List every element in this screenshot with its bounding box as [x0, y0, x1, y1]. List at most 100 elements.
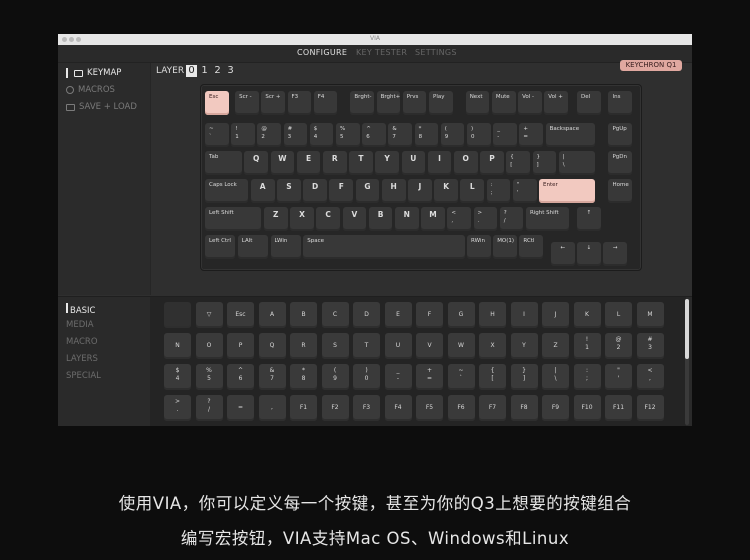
keycode-tile[interactable]: T	[353, 333, 380, 359]
keycode-tile[interactable]: > .	[164, 395, 191, 421]
number-row-key[interactable]: ) 0	[467, 123, 491, 148]
keycode-tile[interactable]: } ]	[510, 364, 538, 390]
modifier-row-key[interactable]: ←	[550, 242, 575, 267]
fn-row-key[interactable]: F4	[313, 91, 338, 115]
keycode-tile[interactable]: E	[384, 302, 412, 328]
top-row-key[interactable]: Q	[244, 151, 268, 176]
fn-row-key[interactable]: F3	[287, 91, 312, 115]
home-row-key[interactable]: Caps Lock	[205, 179, 249, 204]
bottom-row-key[interactable]: Left Shift	[205, 207, 262, 232]
category-special[interactable]: SPECIAL	[66, 371, 101, 381]
keycode-tile[interactable]: ▽	[195, 302, 223, 328]
top-row-key[interactable]: R	[322, 151, 347, 176]
keycode-tile[interactable]: F9	[542, 395, 569, 421]
keycode-tile[interactable]: F6	[447, 395, 475, 421]
bottom-row-key[interactable]: V	[342, 207, 367, 232]
fn-row-key[interactable]: Mute	[491, 91, 516, 115]
keycode-tile[interactable]: { [	[479, 364, 506, 390]
keycode-tile[interactable]: R	[290, 333, 317, 359]
keycode-tile[interactable]: M	[636, 302, 664, 328]
tab-key-tester[interactable]: KEY TESTER	[356, 48, 407, 57]
bottom-row-key[interactable]: Z	[263, 207, 288, 232]
category-media[interactable]: MEDIA	[66, 320, 94, 330]
bottom-row-key[interactable]: > .	[473, 207, 498, 232]
keycode-tile[interactable]: I	[510, 302, 538, 328]
fn-row-key[interactable]: Esc	[205, 91, 229, 115]
number-row-key[interactable]: ! 1	[231, 123, 255, 148]
category-macro[interactable]: MACRO	[66, 337, 98, 347]
home-row-key[interactable]: D	[303, 179, 327, 204]
keycode-tile[interactable]: F7	[479, 395, 506, 421]
keycode-tile[interactable]: ^ 6	[227, 364, 254, 390]
keycode-tile[interactable]: @ 2	[605, 333, 632, 359]
top-row-key[interactable]: Y	[375, 151, 399, 176]
bottom-row-key[interactable]: < ,	[447, 207, 472, 232]
bottom-row-key[interactable]: M	[421, 207, 445, 232]
keycode-tile[interactable]: F2	[321, 395, 349, 421]
bottom-row-key[interactable]: B	[368, 207, 393, 232]
keycode-tile[interactable]: # 3	[636, 333, 664, 359]
modifier-row-key[interactable]: ↓	[577, 242, 601, 267]
category-layers[interactable]: LAYERS	[66, 354, 98, 364]
bottom-row-key[interactable]: C	[316, 207, 341, 232]
keycode-tile[interactable]: K	[573, 302, 601, 328]
bottom-row-key[interactable]: ↑	[577, 207, 601, 232]
modifier-row-key[interactable]: Left Ctrl	[205, 235, 236, 260]
top-row-key[interactable]: | \	[558, 151, 596, 176]
keycode-tile[interactable]: Z	[542, 333, 569, 359]
keycode-tile[interactable]: N	[164, 333, 191, 359]
bottom-row-key[interactable]: N	[394, 207, 419, 232]
keycode-tile[interactable]: & 7	[258, 364, 286, 390]
top-row-key[interactable]: E	[296, 151, 321, 176]
home-row-key[interactable]: " '	[512, 179, 537, 204]
keycode-tile[interactable]: =	[227, 395, 254, 421]
keycode-tile[interactable]: A	[258, 302, 286, 328]
keycode-tile[interactable]: " '	[605, 364, 632, 390]
scrollbar-thumb[interactable]	[685, 299, 689, 359]
home-row-key[interactable]: J	[408, 179, 432, 204]
top-row-key[interactable]: W	[270, 151, 295, 176]
sidebar-item-keymap[interactable]: KEYMAP	[66, 68, 121, 78]
top-row-key[interactable]: Tab	[205, 151, 242, 176]
keycode-tile[interactable]: F1	[290, 395, 317, 421]
keycode-tile[interactable]: : ;	[573, 364, 601, 390]
home-row-key[interactable]: Home	[608, 179, 633, 204]
fn-row-key[interactable]: Scr -	[235, 91, 259, 115]
keycode-tile[interactable]: _ -	[384, 364, 412, 390]
fn-row-key[interactable]: Scr +	[261, 91, 286, 115]
fn-row-key[interactable]: Vol -	[518, 91, 542, 115]
modifier-row-key[interactable]: MO(1)	[493, 235, 517, 260]
keycode-tile[interactable]: F8	[510, 395, 538, 421]
number-row-key[interactable]: ^ 6	[362, 123, 386, 148]
fn-row-key[interactable]: Play	[429, 91, 453, 115]
number-row-key[interactable]: # 3	[283, 123, 308, 148]
keycode-tile[interactable]: F	[416, 302, 443, 328]
modifier-row-key[interactable]: Space	[303, 235, 465, 260]
keycode-tile[interactable]: ,	[258, 395, 286, 421]
keycode-tile[interactable]: ? /	[195, 395, 223, 421]
keycode-tile[interactable]: < ,	[636, 364, 664, 390]
keycode-tile[interactable]: % 5	[195, 364, 223, 390]
keycode-tile[interactable]: J	[542, 302, 569, 328]
top-row-key[interactable]: P	[480, 151, 504, 176]
fn-row-key[interactable]: Del	[577, 91, 601, 115]
modifier-row-key[interactable]: LAlt	[237, 235, 268, 260]
home-row-key[interactable]: S	[277, 179, 301, 204]
home-row-key[interactable]: F	[329, 179, 354, 204]
home-row-key[interactable]: : ;	[486, 179, 511, 204]
modifier-row-key[interactable]: LWin	[270, 235, 301, 260]
layer-0-button[interactable]: 0	[186, 65, 197, 77]
keycode-tile[interactable]: P	[227, 333, 254, 359]
keycode-tile[interactable]: O	[195, 333, 223, 359]
keycode-tile[interactable]: F3	[353, 395, 380, 421]
fn-row-key[interactable]: Prvs	[402, 91, 427, 115]
top-row-key[interactable]: PgDn	[608, 151, 633, 176]
keycode-tile[interactable]: H	[479, 302, 506, 328]
modifier-row-key[interactable]: RWin	[467, 235, 491, 260]
keycode-tile[interactable]: F5	[416, 395, 443, 421]
layer-3-button[interactable]: 3	[225, 65, 236, 77]
keycode-tile[interactable]: W	[447, 333, 475, 359]
home-row-key[interactable]: A	[250, 179, 275, 204]
keycode-tile[interactable]: V	[416, 333, 443, 359]
keycode-tile[interactable]: F10	[573, 395, 601, 421]
